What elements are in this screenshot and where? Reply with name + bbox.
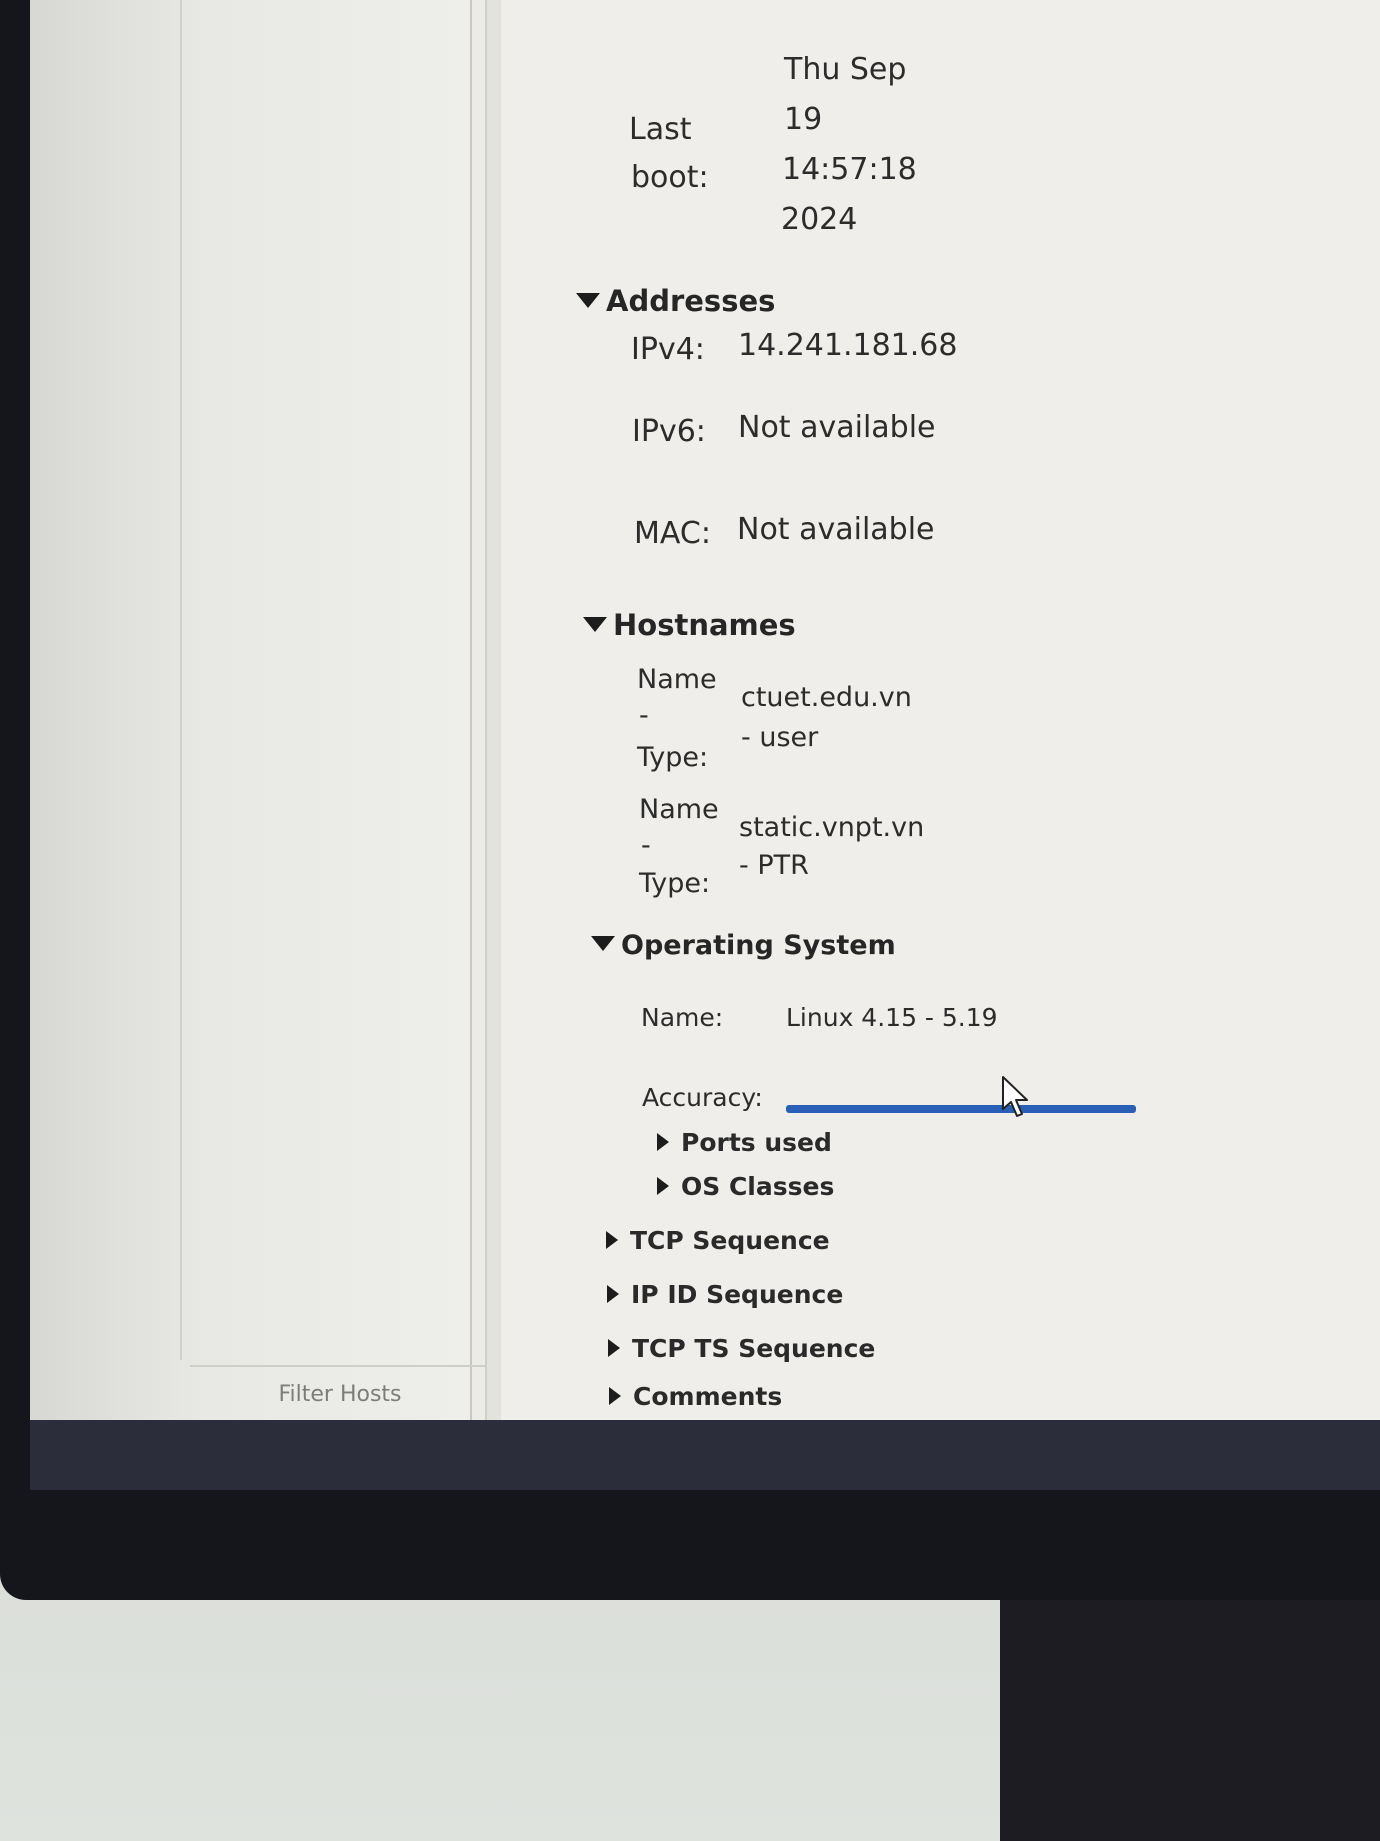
os-classes-subsection[interactable]: OS Classes bbox=[657, 1172, 834, 1201]
monitor-stand bbox=[1000, 1600, 1380, 1841]
mac-value: Not available bbox=[737, 512, 935, 547]
collapsed-triangle-icon bbox=[609, 1387, 621, 1405]
expand-triangle-icon bbox=[583, 616, 607, 632]
tcp-sequence-section[interactable]: TCP Sequence bbox=[606, 1226, 830, 1255]
host-list-pane[interactable]: Filter Hosts bbox=[30, 0, 490, 1420]
hostname-2-type-value: - PTR bbox=[739, 850, 809, 881]
ports-used-label: Ports used bbox=[681, 1128, 832, 1157]
operating-system-header-label: Operating System bbox=[621, 930, 896, 961]
collapsed-triangle-icon bbox=[606, 1231, 618, 1249]
tcp-ts-sequence-section[interactable]: TCP TS Sequence bbox=[608, 1334, 875, 1363]
ipv6-label: IPv6: bbox=[632, 414, 706, 449]
ipv4-value: 14.241.181.68 bbox=[738, 328, 958, 363]
expand-triangle-icon bbox=[576, 292, 600, 308]
tcp-ts-sequence-label: TCP TS Sequence bbox=[632, 1334, 876, 1363]
operating-system-section-header[interactable]: Operating System bbox=[591, 930, 896, 961]
tcp-sequence-label: TCP Sequence bbox=[630, 1226, 830, 1255]
hostnames-header-label: Hostnames bbox=[613, 608, 796, 642]
comments-label: Comments bbox=[633, 1382, 783, 1411]
os-accuracy-bar-fill bbox=[786, 1105, 1136, 1113]
hostname-1-name-label: Name bbox=[637, 664, 717, 695]
os-classes-label: OS Classes bbox=[681, 1172, 835, 1201]
ports-used-subsection[interactable]: Ports used bbox=[657, 1128, 832, 1157]
last-boot-label-line2: boot: bbox=[631, 160, 709, 195]
collapsed-triangle-icon bbox=[657, 1133, 669, 1151]
mouse-cursor-icon bbox=[1002, 1076, 1028, 1117]
application-window: Filter Hosts Last boot: Thu Sep 19 14:57… bbox=[30, 0, 1380, 1420]
os-name-label: Name: bbox=[641, 1003, 724, 1032]
last-boot-value-line4: 2024 bbox=[781, 202, 858, 237]
comments-section[interactable]: Comments bbox=[609, 1382, 782, 1411]
hostname-2-value: static.vnpt.vn bbox=[739, 812, 925, 843]
hostname-2-dash: - bbox=[641, 830, 651, 861]
collapsed-triangle-icon bbox=[607, 1285, 619, 1303]
ipv4-label: IPv4: bbox=[631, 332, 705, 367]
collapsed-triangle-icon bbox=[657, 1177, 669, 1195]
hostname-1-dash: - bbox=[639, 700, 649, 731]
host-details-pane: Last boot: Thu Sep 19 14:57:18 2024 Addr… bbox=[501, 0, 1380, 1420]
hostname-2-name-label: Name bbox=[639, 794, 719, 825]
ip-id-sequence-label: IP ID Sequence bbox=[631, 1280, 844, 1309]
os-accuracy-bar bbox=[786, 1105, 1136, 1113]
hostname-1-type-value: - user bbox=[741, 722, 819, 753]
last-boot-label-line1: Last bbox=[629, 112, 692, 147]
ipv6-value: Not available bbox=[738, 410, 936, 445]
last-boot-value-line2: 19 bbox=[784, 102, 823, 137]
last-boot-value-line1: Thu Sep bbox=[784, 52, 907, 87]
monitor-bezel: Filter Hosts Last boot: Thu Sep 19 14:57… bbox=[0, 0, 1380, 1600]
os-accuracy-label: Accuracy: bbox=[642, 1083, 763, 1112]
host-list-border bbox=[180, 0, 472, 1360]
ip-id-sequence-section[interactable]: IP ID Sequence bbox=[607, 1280, 843, 1309]
expand-triangle-icon bbox=[591, 936, 615, 951]
collapsed-triangle-icon bbox=[608, 1339, 620, 1357]
hostnames-section-header[interactable]: Hostnames bbox=[583, 608, 796, 642]
hostname-1-value: ctuet.edu.vn bbox=[741, 682, 912, 713]
last-boot-value-line3: 14:57:18 bbox=[782, 152, 917, 187]
hostname-2-type-label: Type: bbox=[639, 868, 711, 899]
addresses-header-label: Addresses bbox=[606, 284, 776, 318]
filter-hosts-input[interactable]: Filter Hosts bbox=[190, 1365, 490, 1422]
mac-label: MAC: bbox=[634, 516, 711, 551]
addresses-section-header[interactable]: Addresses bbox=[576, 284, 775, 318]
screen: Filter Hosts Last boot: Thu Sep 19 14:57… bbox=[30, 0, 1380, 1490]
os-name-value: Linux 4.15 - 5.19 bbox=[786, 1003, 998, 1032]
hostname-1-type-label: Type: bbox=[637, 742, 709, 773]
